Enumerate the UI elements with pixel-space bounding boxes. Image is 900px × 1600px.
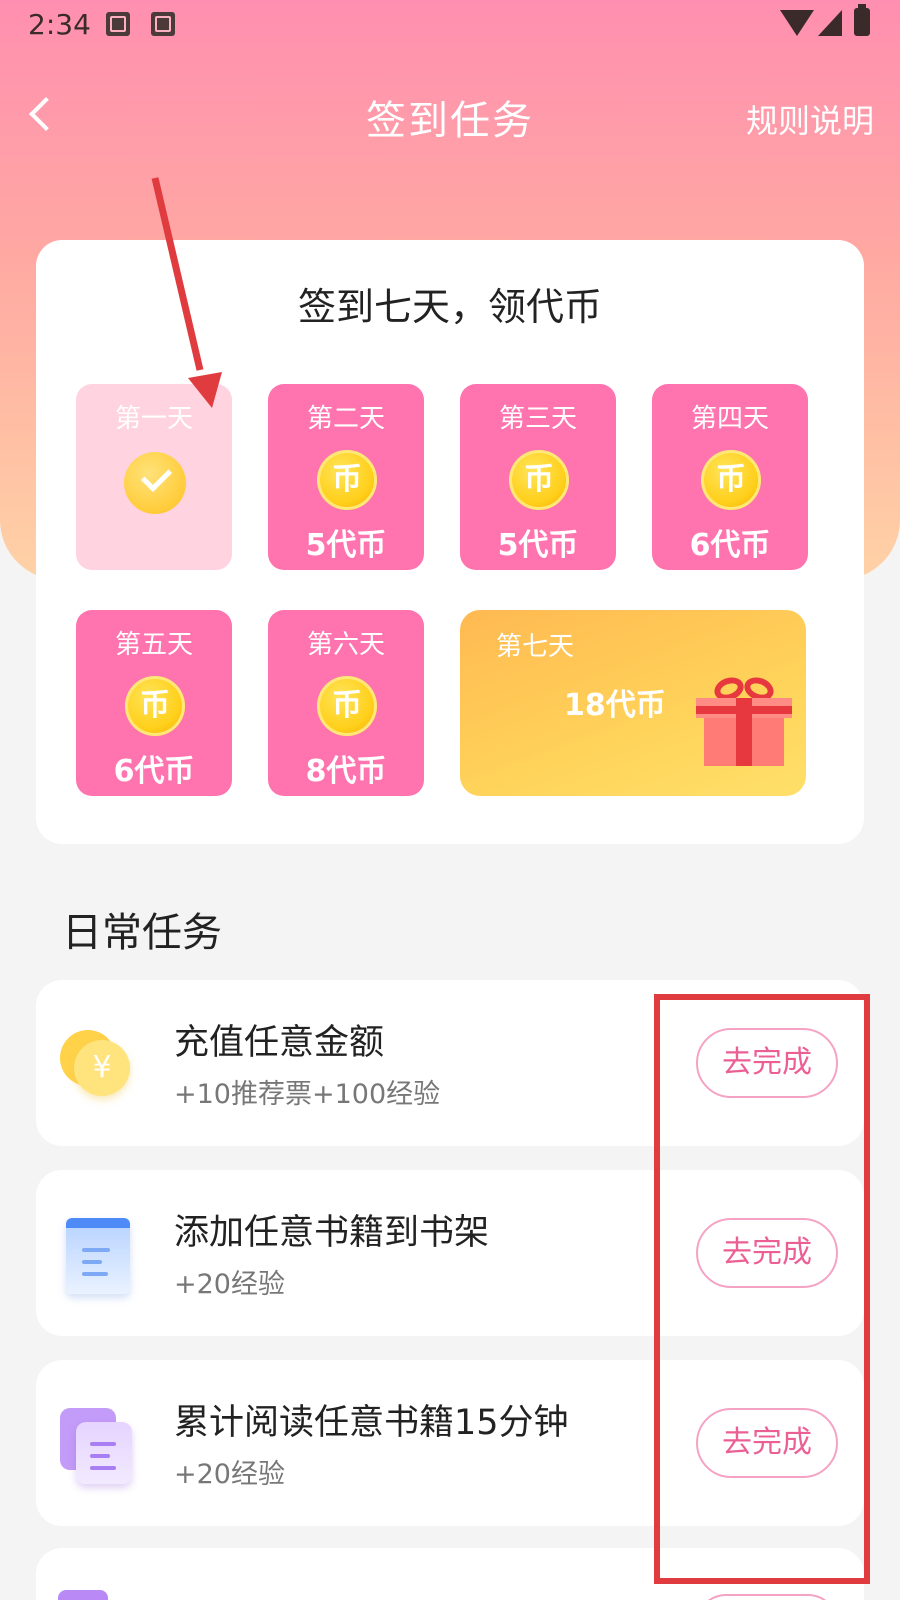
- day-2-card[interactable]: 第二天 币 5代币: [268, 384, 424, 570]
- signal-icon: [818, 10, 842, 36]
- day-label: 第二天: [306, 404, 385, 434]
- battery-charging-icon: [854, 8, 870, 36]
- day-4-card[interactable]: 第四天 币 6代币: [652, 384, 808, 570]
- check-icon: [124, 452, 186, 514]
- go-complete-button[interactable]: 去完成: [696, 1218, 838, 1288]
- task-read-15min: 累计阅读任意书籍15分钟 +20经验 去完成: [36, 1360, 864, 1526]
- task-add-bookshelf: 添加任意书籍到书架 +20经验 去完成: [36, 1170, 864, 1336]
- day-reward: 8代币: [305, 754, 387, 789]
- day-7-card[interactable]: 第七天 18代币: [460, 610, 806, 796]
- status-bar: 2:34: [0, 0, 900, 50]
- coin-icon: 币: [317, 450, 377, 510]
- coin-icon: 币: [701, 450, 761, 510]
- text-a-icon: [151, 12, 175, 36]
- coin-yen-icon: ¥: [58, 1024, 138, 1104]
- go-complete-button-partial[interactable]: [696, 1594, 838, 1600]
- day-6-card[interactable]: 第六天 币 8代币: [268, 610, 424, 796]
- reading-pages-icon: [58, 1404, 138, 1484]
- task-recharge: ¥ 充值任意金额 +10推荐票+100经验 去完成: [36, 980, 864, 1146]
- day-reward: 18代币: [564, 688, 666, 723]
- day-label: 第三天: [498, 404, 577, 434]
- day-3-card[interactable]: 第三天 币 5代币: [460, 384, 616, 570]
- coin-icon: 币: [509, 450, 569, 510]
- task-title: 累计阅读任意书籍15分钟: [174, 1403, 569, 1443]
- task-title: 充值任意金额: [174, 1023, 385, 1063]
- day-1-card[interactable]: 第一天: [76, 384, 232, 570]
- go-complete-button[interactable]: 去完成: [696, 1408, 838, 1478]
- day-reward: 5代币: [497, 528, 579, 563]
- day-label: 第一天: [114, 404, 193, 434]
- checkin-title: 签到七天，领代币: [297, 285, 602, 329]
- rules-link[interactable]: 规则说明: [746, 96, 874, 142]
- day-reward: 6代币: [689, 528, 771, 563]
- day-5-card[interactable]: 第五天 币 6代币: [76, 610, 232, 796]
- reading-pages-icon: [58, 1590, 108, 1600]
- image-icon: [106, 12, 130, 36]
- status-time: 2:34: [28, 8, 91, 41]
- task-reward: +20经验: [174, 1459, 285, 1490]
- day-label: 第五天: [114, 630, 193, 660]
- coin-icon: 币: [125, 676, 185, 736]
- book-icon: [58, 1214, 138, 1294]
- day-label: 第七天: [496, 632, 575, 662]
- day-label: 第四天: [690, 404, 769, 434]
- checkin-card: 签到七天，领代币 第一天 第二天 币 5代币 第三天 币 5代币 第四天 币 6…: [36, 240, 864, 844]
- day-label: 第六天: [306, 630, 385, 660]
- coin-icon: 币: [317, 676, 377, 736]
- wifi-icon: [780, 10, 814, 36]
- task-reward: +20经验: [174, 1269, 285, 1300]
- gift-box-icon: [696, 673, 792, 766]
- task-partial-next: [36, 1548, 864, 1600]
- task-reward: +10推荐票+100经验: [174, 1079, 441, 1110]
- go-complete-button[interactable]: 去完成: [696, 1028, 838, 1098]
- day-reward: 6代币: [113, 754, 195, 789]
- task-title: 添加任意书籍到书架: [174, 1213, 490, 1253]
- daily-tasks-title: 日常任务: [62, 910, 222, 956]
- day-reward: 5代币: [305, 528, 387, 563]
